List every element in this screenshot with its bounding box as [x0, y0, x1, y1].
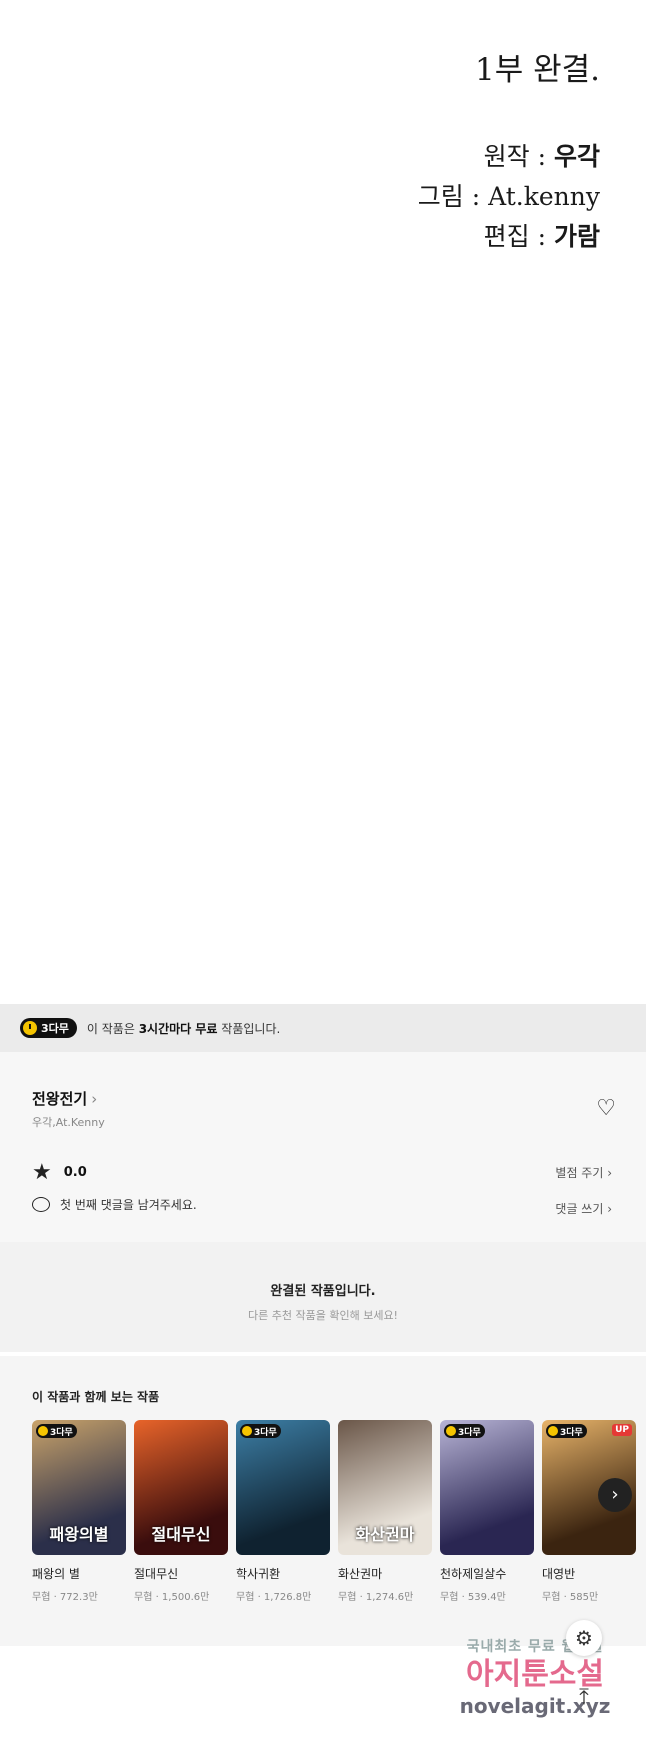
card-title: 화산권마	[338, 1567, 383, 1581]
work-info-panel: 전왕전기 › 우각,At.Kenny ♡ ★ 0.0 별점 주기 › 첫 번째 댓…	[0, 1052, 646, 1242]
free-text-suffix: 작품입니다.	[217, 1021, 281, 1036]
rate-button[interactable]: 별점 주기 ›	[555, 1164, 612, 1181]
free-notice-text: 이 작품은 3시간마다 무료 작품입니다.	[87, 1020, 280, 1037]
write-comment-button[interactable]: 댓글 쓰기 ›	[555, 1200, 612, 1217]
cover-title: 화산권마	[355, 1525, 415, 1544]
cover-title: 절대무신	[151, 1525, 211, 1544]
card-meta: 무협 · 1,274.6만	[338, 1592, 414, 1603]
recommend-heading: 이 작품과 함께 보는 작품	[32, 1390, 160, 1404]
recommend-list: 3다무 패왕의별 패왕의 별 무협 · 772.3만 절대무신 절대무신 무협 · 1,50…	[32, 1420, 646, 1603]
recommend-card[interactable]: 3다무학사귀환무협 · 1,726.8만	[236, 1420, 330, 1603]
credit-value: 가람	[553, 222, 600, 251]
rating-row: ★ 0.0	[32, 1160, 87, 1185]
free-badge: 3다무	[444, 1424, 485, 1438]
free-badge-label: 3다무	[560, 1427, 583, 1438]
recommend-card[interactable]: 3다무패왕의별패왕의 별무협 · 772.3만	[32, 1420, 126, 1603]
recommend-card[interactable]: 절대무신 절대무신 무협 · 1,500.6만	[134, 1420, 228, 1603]
work-title-link[interactable]: 전왕전기 ›	[32, 1088, 97, 1109]
comment-prompt: 첫 번째 댓글을 남겨주세요.	[60, 1198, 197, 1212]
credit-value: 우각	[553, 142, 600, 171]
completed-subtitle: 다른 추천 작품을 확인해 보세요!	[248, 1309, 398, 1322]
clock-icon	[446, 1426, 456, 1436]
chevron-right-icon: ›	[91, 1090, 98, 1108]
clock-icon	[38, 1426, 48, 1436]
cover-image: 절대무신	[134, 1420, 228, 1555]
credit-value: At.kenny	[488, 182, 600, 211]
clock-icon	[548, 1426, 558, 1436]
free-badge-label: 3다무	[254, 1427, 277, 1438]
free-notice-bar: 3다무 이 작품은 3시간마다 무료 작품입니다.	[0, 1004, 646, 1052]
free-text-prefix: 이 작품은	[86, 1021, 139, 1036]
free-badge-label: 3다무	[458, 1427, 481, 1438]
card-meta: 무협 · 539.4만	[440, 1592, 506, 1603]
completion-title: 1부 완결.	[475, 52, 600, 88]
card-title: 학사귀환	[236, 1567, 281, 1581]
rating-value: 0.0	[63, 1165, 87, 1180]
cover-image: 3다무	[440, 1420, 534, 1555]
credit-original: 원작 : 우각	[418, 137, 600, 177]
cover-image: 3다무	[236, 1420, 330, 1555]
credit-art: 그림 : At.kenny	[418, 177, 600, 217]
recommend-card[interactable]: 3다무천하제일살수무협 · 539.4만	[440, 1420, 534, 1603]
recommend-card[interactable]: 3다무 UP 대영반무협 · 585만	[542, 1420, 636, 1603]
credits-block: 1부 완결. 원작 : 우각 그림 : At.kenny 편집 : 가람	[418, 44, 600, 257]
card-title: 대영반	[542, 1567, 576, 1581]
free-badge-label: 3다무	[41, 1022, 69, 1035]
scroll-top-icon[interactable]: ⤒	[566, 1680, 602, 1716]
completed-notice: 완결된 작품입니다. 다른 추천 작품을 확인해 보세요!	[0, 1242, 646, 1352]
credit-label: 원작 :	[483, 142, 554, 171]
cover-image: 화산권마	[338, 1420, 432, 1555]
up-badge: UP	[612, 1424, 632, 1436]
free-badge: 3다무	[546, 1424, 587, 1438]
card-title: 패왕의 별	[32, 1567, 80, 1581]
recommend-card[interactable]: 화산권마 화산권마 무협 · 1,274.6만	[338, 1420, 432, 1603]
work-authors: 우각,At.Kenny	[32, 1116, 105, 1129]
gear-icon[interactable]: ⚙	[566, 1620, 602, 1656]
next-arrow-button[interactable]: ›	[598, 1478, 632, 1512]
comment-icon	[32, 1197, 50, 1212]
cover-image: 3다무패왕의별	[32, 1420, 126, 1555]
clock-icon	[23, 1021, 37, 1035]
work-title: 전왕전기	[32, 1090, 88, 1108]
credit-label: 그림 :	[417, 182, 489, 211]
free-text-bold: 3시간마다 무료	[138, 1021, 218, 1036]
comment-row: 첫 번째 댓글을 남겨주세요.	[32, 1196, 197, 1213]
credit-label: 편집 :	[483, 222, 554, 251]
card-meta: 무협 · 585만	[542, 1592, 599, 1603]
credit-editor: 편집 : 가람	[418, 217, 600, 257]
card-meta: 무협 · 772.3만	[32, 1592, 98, 1603]
recommend-section: 이 작품과 함께 보는 작품 3다무 패왕의별 패왕의 별 무협 · 772.3만 절대…	[0, 1356, 646, 1646]
free-badge: 3다무	[20, 1018, 77, 1038]
cover-title: 패왕의별	[49, 1525, 109, 1544]
free-badge-label: 3다무	[50, 1427, 73, 1438]
free-badge: 3다무	[36, 1424, 77, 1438]
free-badge: 3다무	[240, 1424, 281, 1438]
star-icon: ★	[32, 1160, 52, 1185]
card-title: 절대무신	[134, 1567, 179, 1581]
completed-title: 완결된 작품입니다.	[270, 1284, 376, 1299]
card-meta: 무협 · 1,500.6만	[134, 1592, 210, 1603]
card-meta: 무협 · 1,726.8만	[236, 1592, 312, 1603]
card-title: 천하제일살수	[440, 1567, 507, 1581]
heart-icon[interactable]: ♡	[596, 1096, 616, 1121]
clock-icon	[242, 1426, 252, 1436]
